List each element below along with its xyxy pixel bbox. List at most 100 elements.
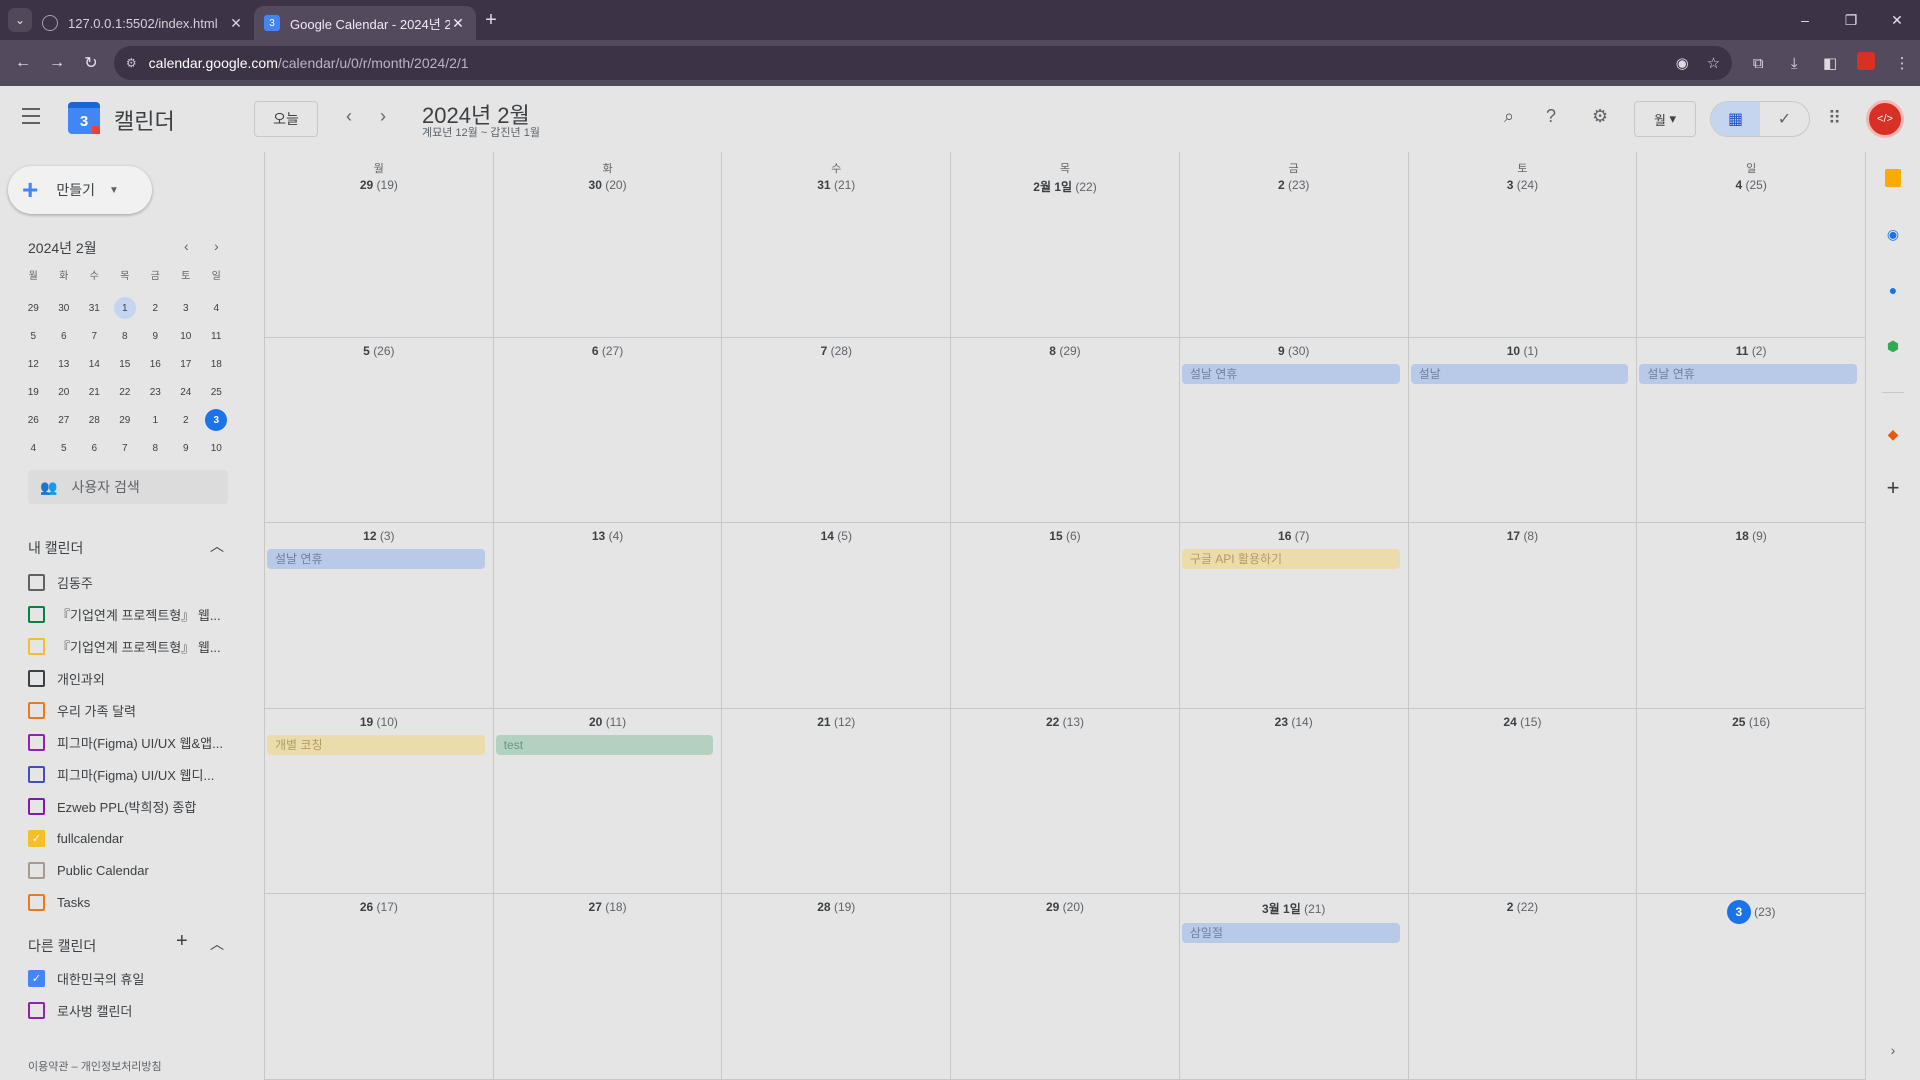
mini-day[interactable]: 8 xyxy=(110,322,141,350)
address-bar[interactable]: ⚙ calendar.google.com/calendar/u/0/r/mon… xyxy=(113,46,1733,80)
day-number[interactable]: 6 (27) xyxy=(494,338,722,358)
day-cell[interactable]: 11 (2) 설날 연휴 xyxy=(1637,337,1866,524)
day-cell[interactable]: 26 (17) xyxy=(265,894,494,1080)
day-number[interactable]: 19 (10) xyxy=(265,709,493,729)
day-number[interactable]: 10 (1) xyxy=(1409,338,1637,358)
mini-day[interactable]: 11 xyxy=(201,322,232,350)
calendar-list-item[interactable]: ✓ 대한민국의 휴일 xyxy=(28,962,238,994)
day-number[interactable]: 14 (5) xyxy=(722,523,950,543)
download-icon[interactable]: ⤓ xyxy=(1776,55,1812,72)
day-number[interactable]: 31 (21) xyxy=(722,176,950,192)
expand-panel-icon[interactable]: › xyxy=(1883,1040,1903,1060)
close-icon[interactable]: ✕ xyxy=(228,15,244,32)
day-number[interactable]: 27 (18) xyxy=(494,894,722,914)
mini-day[interactable]: 14 xyxy=(79,350,110,378)
calendar-checkbox[interactable] xyxy=(28,861,45,879)
calendar-list-item[interactable]: 우리 가족 달력 xyxy=(28,694,238,726)
day-number[interactable]: 3 (23) xyxy=(1637,894,1865,925)
day-number[interactable]: 29 (19) xyxy=(265,176,493,192)
mini-day[interactable]: 9 xyxy=(140,322,171,350)
add-calendar-icon[interactable]: + xyxy=(176,930,188,953)
mini-day[interactable]: 24 xyxy=(171,378,202,406)
calendar-checkbox[interactable] xyxy=(28,637,45,655)
mini-day[interactable]: 3 xyxy=(171,294,202,322)
mini-day[interactable]: 2 xyxy=(171,406,202,434)
side-panel-icon[interactable]: ◧ xyxy=(1812,54,1848,72)
day-cell[interactable]: 20 (11) test xyxy=(493,708,723,895)
day-cell[interactable]: 13 (4) xyxy=(493,523,723,709)
mini-day[interactable]: 7 xyxy=(110,434,141,462)
avatar[interactable]: </> xyxy=(1866,100,1904,138)
mini-day[interactable]: 2 xyxy=(140,294,171,322)
event-chip[interactable]: 설날 연휴 xyxy=(267,549,485,570)
mini-day[interactable]: 28 xyxy=(79,406,110,434)
day-number[interactable]: 16 (7) xyxy=(1180,523,1408,543)
calendar-checkbox[interactable] xyxy=(28,765,45,783)
day-cell[interactable]: 22 (13) xyxy=(951,708,1180,895)
calendar-checkbox[interactable] xyxy=(28,669,45,687)
mini-day[interactable]: 10 xyxy=(201,434,232,462)
mini-day[interactable]: 5 xyxy=(49,434,80,462)
day-number[interactable]: 25 (16) xyxy=(1637,709,1865,729)
mini-day[interactable]: 21 xyxy=(79,378,110,406)
calendar-list-item[interactable]: 로사벙 캘린더 xyxy=(28,994,238,1026)
day-cell[interactable]: 9 (30) 설날 연휴 xyxy=(1179,337,1409,524)
mini-day[interactable]: 19 xyxy=(18,378,49,406)
help-icon[interactable]: ? xyxy=(1546,106,1556,127)
search-icon[interactable]: ⌕ xyxy=(1504,106,1514,127)
today-button[interactable]: 오늘 xyxy=(254,101,318,137)
chevron-up-icon[interactable]: ︿ xyxy=(210,934,224,954)
mini-day[interactable]: 6 xyxy=(79,434,110,462)
day-cell[interactable]: 8 (29) xyxy=(951,337,1180,524)
mini-day[interactable]: 5 xyxy=(18,322,49,350)
terms-link[interactable]: 이용약관 – 개인정보처리방침 xyxy=(28,1058,162,1074)
day-number[interactable]: 12 (3) xyxy=(265,523,493,543)
calendar-list-item[interactable]: Public Calendar xyxy=(28,854,238,886)
day-cell[interactable]: 12 (3) 설날 연휴 xyxy=(265,523,494,709)
back-icon[interactable]: ← xyxy=(6,54,40,72)
event-chip[interactable]: 삼일절 xyxy=(1181,923,1400,944)
day-number[interactable]: 7 (28) xyxy=(722,338,950,358)
day-cell[interactable]: 수 31 (21) xyxy=(722,152,952,338)
new-tab-icon[interactable]: + xyxy=(476,9,506,32)
day-number[interactable]: 5 (26) xyxy=(265,338,493,358)
day-number[interactable]: 17 (8) xyxy=(1409,523,1637,543)
mini-day[interactable]: 29 xyxy=(110,406,141,434)
calendar-logo[interactable]: 3 xyxy=(68,102,100,134)
tasks-view-icon[interactable]: ✓ xyxy=(1760,102,1809,136)
day-number[interactable]: 15 (6) xyxy=(951,523,1179,543)
day-number[interactable]: 2 (22) xyxy=(1409,894,1637,914)
calendar-list-item[interactable]: Tasks xyxy=(28,886,238,918)
calendar-checkbox[interactable] xyxy=(28,893,45,911)
reload-icon[interactable]: ↻ xyxy=(74,53,108,73)
day-cell[interactable]: 21 (12) xyxy=(722,708,952,895)
main-menu-icon[interactable] xyxy=(22,108,50,128)
event-chip[interactable]: 설날 연휴 xyxy=(1639,363,1857,384)
calendar-list-item[interactable]: 피그마(Figma) UI/UX 웹디... xyxy=(28,758,238,790)
day-cell[interactable]: 목 2월 1일 (22) xyxy=(951,152,1180,338)
day-cell[interactable]: 17 (8) xyxy=(1408,523,1638,709)
calendar-list-item[interactable]: 『기업연계 프로젝트형』 웹... xyxy=(28,598,238,630)
mini-day[interactable]: 7 xyxy=(79,322,110,350)
mini-day[interactable]: 18 xyxy=(201,350,232,378)
mini-day[interactable]: 26 xyxy=(18,406,49,434)
restore-icon[interactable]: ❐ xyxy=(1828,12,1874,29)
calendar-list-item[interactable]: 개인과외 xyxy=(28,662,238,694)
calendar-checkbox[interactable] xyxy=(28,701,45,719)
mini-next-icon[interactable]: › xyxy=(214,238,219,254)
mini-day[interactable]: 27 xyxy=(49,406,80,434)
keep-icon[interactable] xyxy=(1883,168,1903,188)
calendar-checkbox[interactable] xyxy=(28,573,45,591)
event-chip[interactable]: 개별 코칭 xyxy=(267,734,485,755)
day-cell[interactable]: 19 (10) 개별 코칭 xyxy=(265,708,494,895)
event-chip[interactable]: 설날 연휴 xyxy=(1181,363,1400,384)
mini-day[interactable]: 10 xyxy=(171,322,202,350)
mini-day[interactable]: 12 xyxy=(18,350,49,378)
day-cell[interactable]: 14 (5) xyxy=(722,523,952,709)
day-cell[interactable]: 23 (14) xyxy=(1179,708,1409,895)
mini-day[interactable]: 1 xyxy=(110,294,141,322)
office-addon-icon[interactable]: ◆ xyxy=(1883,424,1903,444)
day-cell[interactable]: 토3 (24) xyxy=(1408,152,1638,338)
maps-icon[interactable]: ⬢ xyxy=(1883,336,1903,356)
view-selector[interactable]: 월 ▾ xyxy=(1634,101,1696,137)
